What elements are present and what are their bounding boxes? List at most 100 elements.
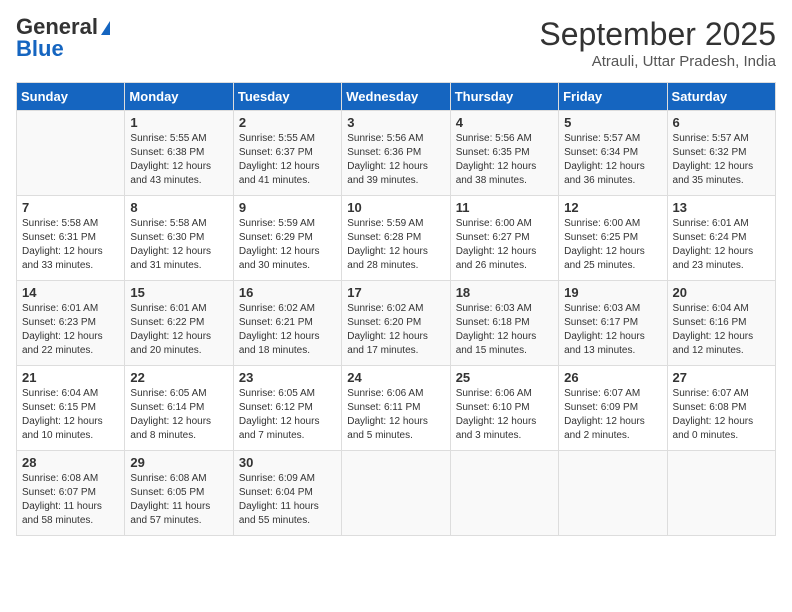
day-cell (342, 451, 450, 536)
day-info: Sunrise: 6:06 AM Sunset: 6:11 PM Dayligh… (347, 387, 444, 443)
day-cell (450, 451, 558, 536)
week-row-3: 14 Sunrise: 6:01 AM Sunset: 6:23 PM Dayli… (17, 281, 776, 366)
week-row-2: 7 Sunrise: 5:58 AM Sunset: 6:31 PM Daylig… (17, 196, 776, 281)
day-number: 13 (673, 200, 770, 215)
day-info: Sunrise: 6:01 AM Sunset: 6:22 PM Dayligh… (130, 302, 227, 358)
day-number: 6 (673, 115, 770, 130)
col-header-tuesday: Tuesday (233, 83, 341, 111)
day-info: Sunrise: 5:56 AM Sunset: 6:35 PM Dayligh… (456, 132, 553, 188)
day-number: 15 (130, 285, 227, 300)
day-info: Sunrise: 5:58 AM Sunset: 6:31 PM Dayligh… (22, 217, 119, 273)
day-number: 8 (130, 200, 227, 215)
title-block: September 2025 Atrauli, Uttar Pradesh, I… (539, 16, 776, 70)
col-header-wednesday: Wednesday (342, 83, 450, 111)
day-cell: 22 Sunrise: 6:05 AM Sunset: 6:14 PM Dayli… (125, 366, 233, 451)
day-info: Sunrise: 5:55 AM Sunset: 6:37 PM Dayligh… (239, 132, 336, 188)
day-info: Sunrise: 5:59 AM Sunset: 6:28 PM Dayligh… (347, 217, 444, 273)
day-info: Sunrise: 5:56 AM Sunset: 6:36 PM Dayligh… (347, 132, 444, 188)
day-info: Sunrise: 5:55 AM Sunset: 6:38 PM Dayligh… (130, 132, 227, 188)
day-info: Sunrise: 6:07 AM Sunset: 6:08 PM Dayligh… (673, 387, 770, 443)
day-cell: 11 Sunrise: 6:00 AM Sunset: 6:27 PM Dayli… (450, 196, 558, 281)
day-info: Sunrise: 6:09 AM Sunset: 6:04 PM Dayligh… (239, 472, 336, 528)
day-number: 9 (239, 200, 336, 215)
day-cell: 9 Sunrise: 5:59 AM Sunset: 6:29 PM Daylig… (233, 196, 341, 281)
calendar-table: SundayMondayTuesdayWednesdayThursdayFrid… (16, 82, 776, 536)
day-number: 16 (239, 285, 336, 300)
day-cell: 1Sunrise: 5:55 AM Sunset: 6:38 PM Daylig… (125, 111, 233, 196)
page-header: General Blue September 2025 Atrauli, Utt… (16, 16, 776, 70)
day-number: 11 (456, 200, 553, 215)
day-info: Sunrise: 6:05 AM Sunset: 6:14 PM Dayligh… (130, 387, 227, 443)
day-cell: 2Sunrise: 5:55 AM Sunset: 6:37 PM Daylig… (233, 111, 341, 196)
col-header-friday: Friday (559, 83, 667, 111)
header-row: SundayMondayTuesdayWednesdayThursdayFrid… (17, 83, 776, 111)
day-cell (17, 111, 125, 196)
day-cell: 19Sunrise: 6:03 AM Sunset: 6:17 PM Dayli… (559, 281, 667, 366)
day-number: 14 (22, 285, 119, 300)
day-info: Sunrise: 6:08 AM Sunset: 6:05 PM Dayligh… (130, 472, 227, 528)
day-info: Sunrise: 6:06 AM Sunset: 6:10 PM Dayligh… (456, 387, 553, 443)
day-cell: 8 Sunrise: 5:58 AM Sunset: 6:30 PM Daylig… (125, 196, 233, 281)
day-cell: 6 Sunrise: 5:57 AM Sunset: 6:32 PM Daylig… (667, 111, 775, 196)
day-info: Sunrise: 6:00 AM Sunset: 6:27 PM Dayligh… (456, 217, 553, 273)
day-number: 24 (347, 370, 444, 385)
day-cell: 18 Sunrise: 6:03 AM Sunset: 6:18 PM Dayli… (450, 281, 558, 366)
day-number: 10 (347, 200, 444, 215)
day-cell: 14 Sunrise: 6:01 AM Sunset: 6:23 PM Dayli… (17, 281, 125, 366)
day-cell: 29 Sunrise: 6:08 AM Sunset: 6:05 PM Dayli… (125, 451, 233, 536)
day-cell: 7 Sunrise: 5:58 AM Sunset: 6:31 PM Daylig… (17, 196, 125, 281)
location-title: Atrauli, Uttar Pradesh, India (539, 53, 776, 70)
day-cell: 4 Sunrise: 5:56 AM Sunset: 6:35 PM Daylig… (450, 111, 558, 196)
day-cell: 30 Sunrise: 6:09 AM Sunset: 6:04 PM Dayli… (233, 451, 341, 536)
logo-text: General Blue (16, 16, 110, 60)
logo-blue: Blue (16, 38, 110, 60)
col-header-saturday: Saturday (667, 83, 775, 111)
day-info: Sunrise: 6:03 AM Sunset: 6:18 PM Dayligh… (456, 302, 553, 358)
day-number: 28 (22, 455, 119, 470)
day-number: 23 (239, 370, 336, 385)
day-number: 25 (456, 370, 553, 385)
day-number: 12 (564, 200, 661, 215)
day-info: Sunrise: 6:02 AM Sunset: 6:20 PM Dayligh… (347, 302, 444, 358)
day-info: Sunrise: 5:58 AM Sunset: 6:30 PM Dayligh… (130, 217, 227, 273)
day-cell: 28 Sunrise: 6:08 AM Sunset: 6:07 PM Dayli… (17, 451, 125, 536)
day-cell: 3Sunrise: 5:56 AM Sunset: 6:36 PM Daylig… (342, 111, 450, 196)
day-number: 30 (239, 455, 336, 470)
day-cell: 5 Sunrise: 5:57 AM Sunset: 6:34 PM Daylig… (559, 111, 667, 196)
day-info: Sunrise: 6:02 AM Sunset: 6:21 PM Dayligh… (239, 302, 336, 358)
logo: General Blue (16, 16, 110, 60)
day-info: Sunrise: 5:59 AM Sunset: 6:29 PM Dayligh… (239, 217, 336, 273)
day-cell: 25 Sunrise: 6:06 AM Sunset: 6:10 PM Dayli… (450, 366, 558, 451)
day-cell: 12 Sunrise: 6:00 AM Sunset: 6:25 PM Dayli… (559, 196, 667, 281)
day-info: Sunrise: 6:01 AM Sunset: 6:24 PM Dayligh… (673, 217, 770, 273)
day-cell: 20Sunrise: 6:04 AM Sunset: 6:16 PM Dayli… (667, 281, 775, 366)
day-number: 29 (130, 455, 227, 470)
day-info: Sunrise: 5:57 AM Sunset: 6:34 PM Dayligh… (564, 132, 661, 188)
day-number: 26 (564, 370, 661, 385)
day-cell (667, 451, 775, 536)
week-row-1: 1Sunrise: 5:55 AM Sunset: 6:38 PM Daylig… (17, 111, 776, 196)
day-number: 22 (130, 370, 227, 385)
day-number: 4 (456, 115, 553, 130)
day-info: Sunrise: 6:08 AM Sunset: 6:07 PM Dayligh… (22, 472, 119, 528)
day-number: 18 (456, 285, 553, 300)
week-row-5: 28 Sunrise: 6:08 AM Sunset: 6:07 PM Dayli… (17, 451, 776, 536)
day-number: 7 (22, 200, 119, 215)
day-info: Sunrise: 6:04 AM Sunset: 6:15 PM Dayligh… (22, 387, 119, 443)
day-info: Sunrise: 6:01 AM Sunset: 6:23 PM Dayligh… (22, 302, 119, 358)
day-cell: 10 Sunrise: 5:59 AM Sunset: 6:28 PM Dayli… (342, 196, 450, 281)
day-cell: 17 Sunrise: 6:02 AM Sunset: 6:20 PM Dayli… (342, 281, 450, 366)
day-cell: 13 Sunrise: 6:01 AM Sunset: 6:24 PM Dayli… (667, 196, 775, 281)
day-number: 21 (22, 370, 119, 385)
day-info: Sunrise: 6:03 AM Sunset: 6:17 PM Dayligh… (564, 302, 661, 358)
day-info: Sunrise: 6:00 AM Sunset: 6:25 PM Dayligh… (564, 217, 661, 273)
day-number: 17 (347, 285, 444, 300)
day-cell: 23Sunrise: 6:05 AM Sunset: 6:12 PM Dayli… (233, 366, 341, 451)
day-cell (559, 451, 667, 536)
day-info: Sunrise: 5:57 AM Sunset: 6:32 PM Dayligh… (673, 132, 770, 188)
day-number: 5 (564, 115, 661, 130)
month-year-title: September 2025 (539, 16, 776, 53)
day-cell: 21 Sunrise: 6:04 AM Sunset: 6:15 PM Dayli… (17, 366, 125, 451)
day-number: 20 (673, 285, 770, 300)
day-info: Sunrise: 6:07 AM Sunset: 6:09 PM Dayligh… (564, 387, 661, 443)
